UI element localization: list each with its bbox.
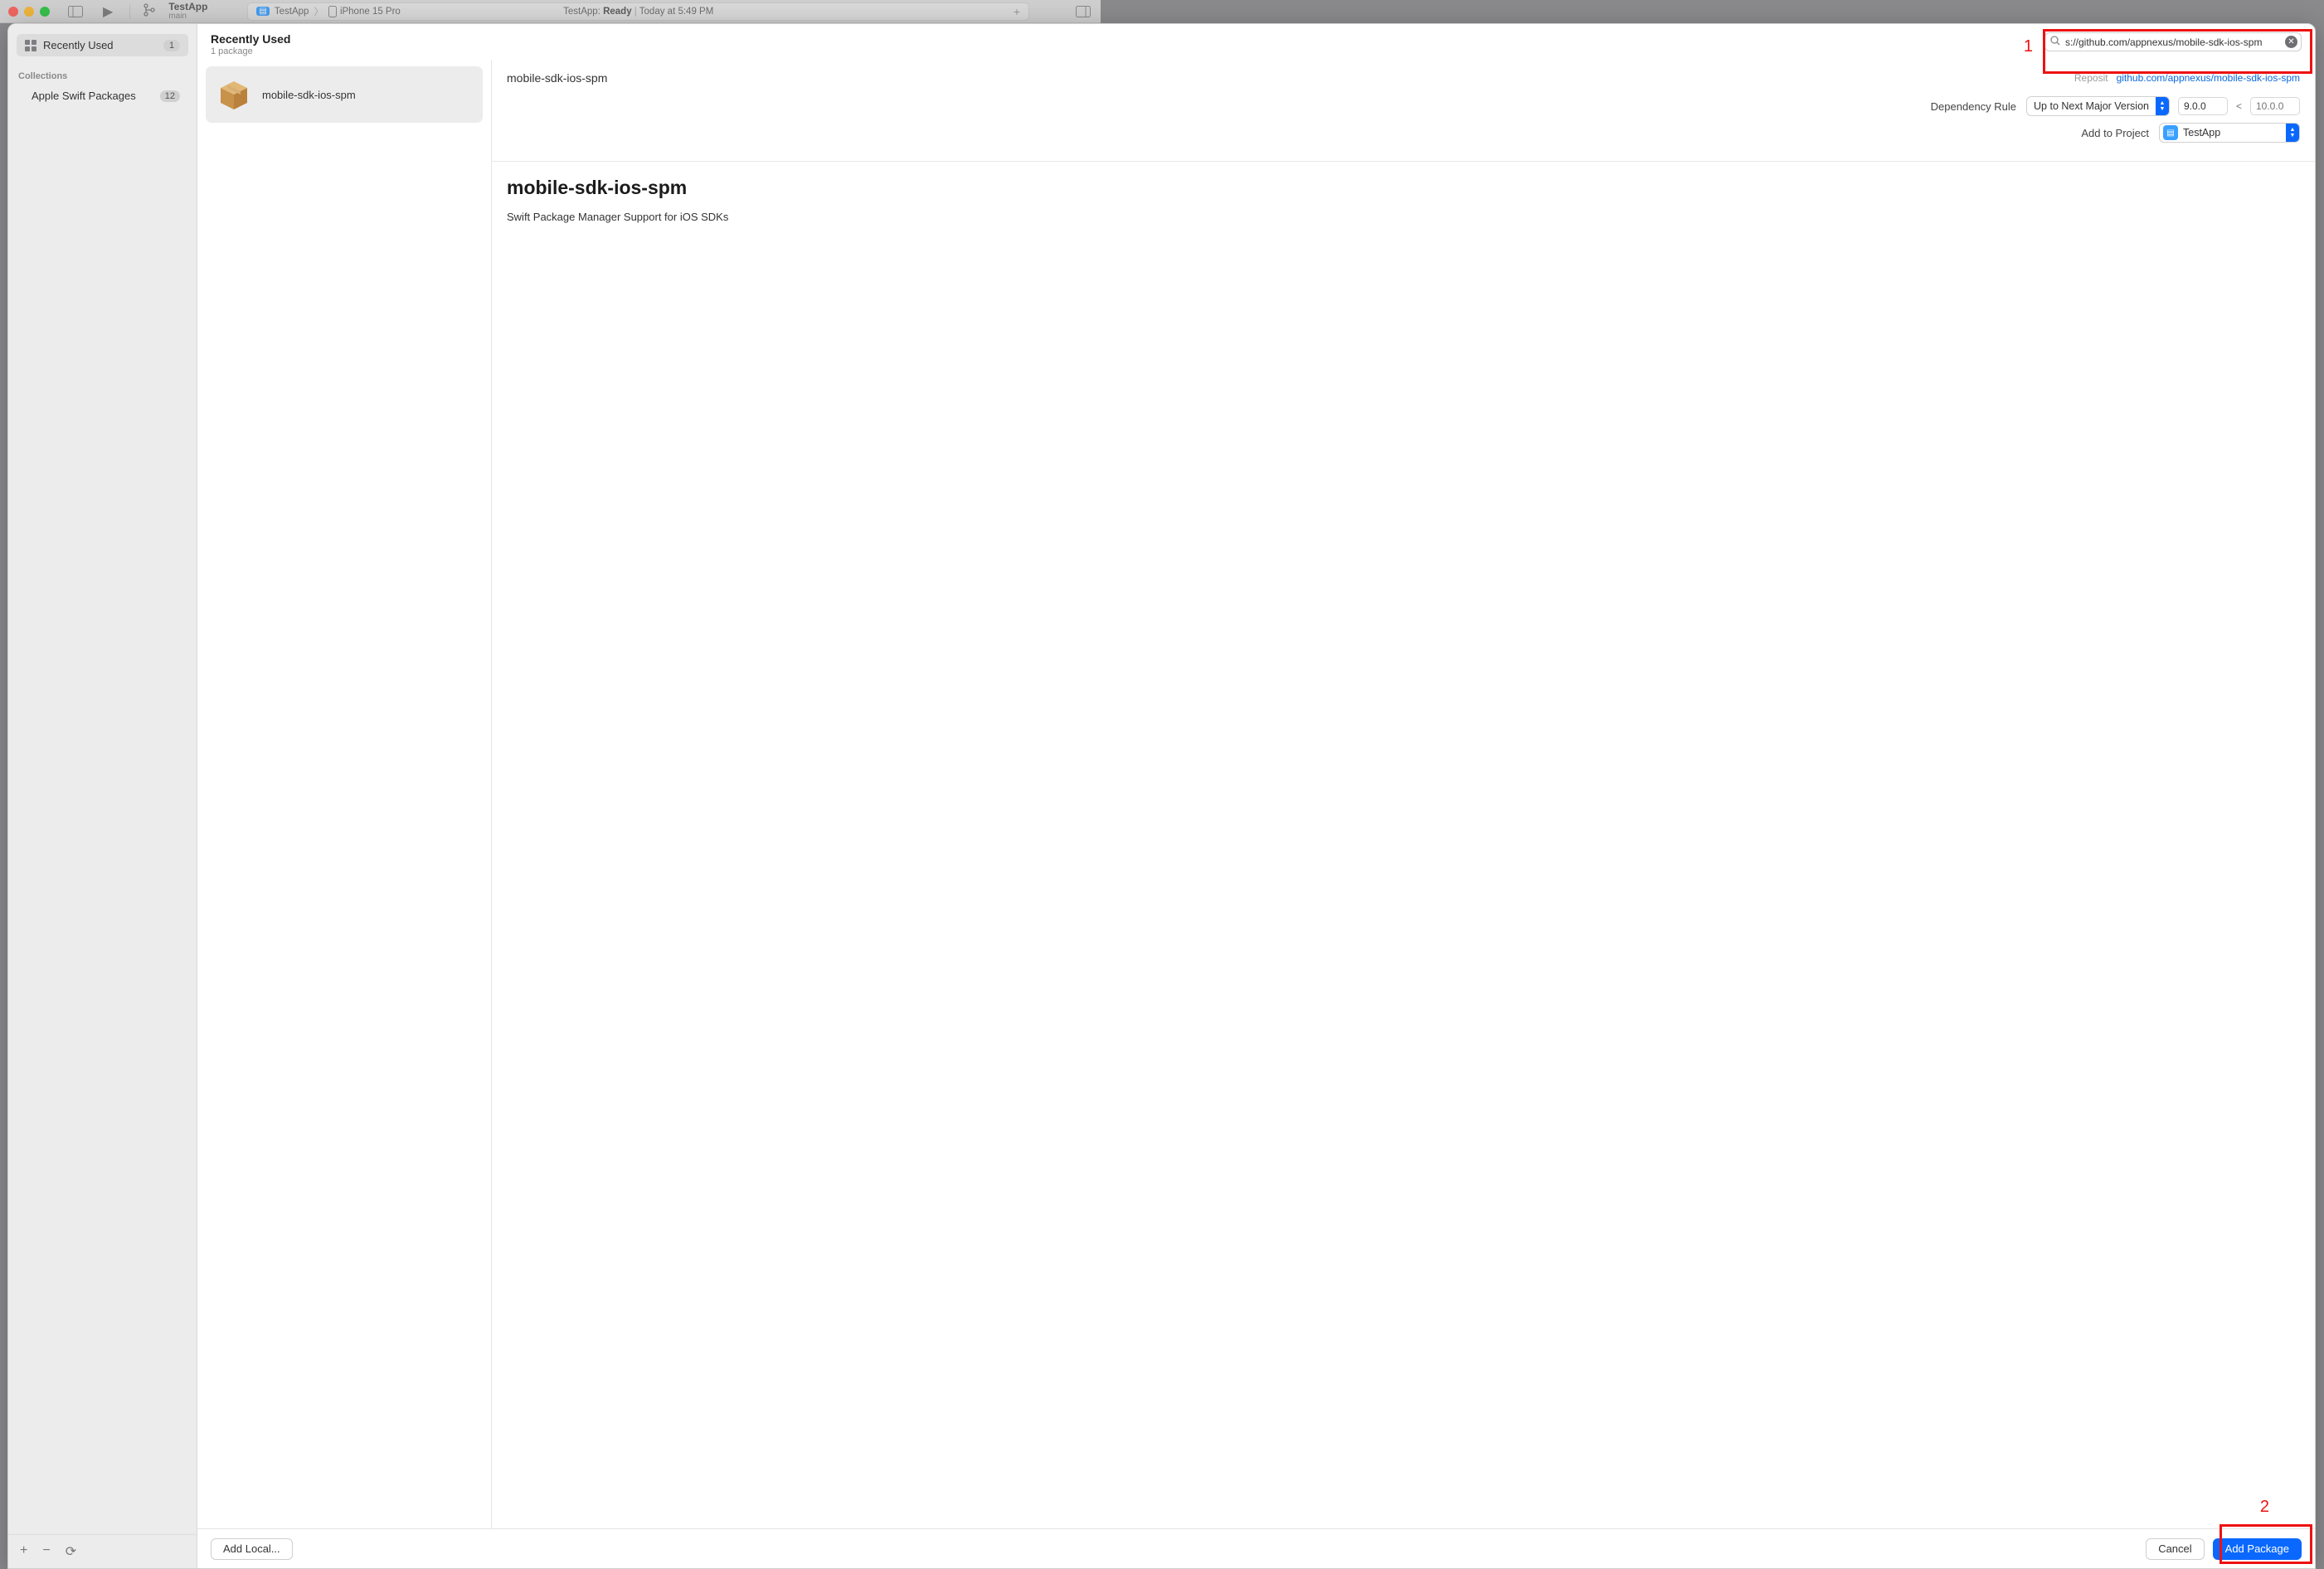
detail-repo-link-row: Reposit github.com/appnexus/mobile-sdk-i… — [2074, 72, 2300, 84]
add-to-project-row: Add to Project ▤ TestApp ▲▼ — [507, 123, 2300, 143]
source-control-icon[interactable] — [143, 3, 155, 19]
repository-label: Reposit — [2074, 72, 2108, 84]
stepper-arrows-icon: ▲▼ — [2156, 97, 2169, 115]
cancel-button[interactable]: Cancel — [2146, 1538, 2204, 1560]
search-input[interactable] — [2044, 32, 2302, 51]
sidebar-section-collections: Collections — [8, 61, 197, 85]
add-package-sheet: Recently Used 1 Collections Apple Swift … — [7, 23, 2316, 1569]
library-icon[interactable] — [1074, 3, 1092, 20]
remove-source-button[interactable]: − — [42, 1543, 50, 1560]
version-to-input[interactable] — [2250, 97, 2300, 115]
minimize-window-icon[interactable] — [24, 7, 34, 17]
sheet-header: Recently Used 1 package ✕ — [197, 24, 2315, 60]
sidebar-toggle-icon[interactable] — [66, 3, 85, 20]
sidebar-item-label: Recently Used — [43, 39, 114, 51]
sidebar-footer: + − ⟳ — [8, 1534, 197, 1568]
clear-search-icon[interactable]: ✕ — [2285, 36, 2297, 48]
detail-package-name: mobile-sdk-ios-spm — [507, 71, 607, 85]
run-button-icon[interactable]: ▶ — [103, 3, 113, 20]
package-result-item[interactable]: mobile-sdk-ios-spm — [206, 66, 483, 123]
device-name: iPhone 15 Pro — [340, 7, 401, 17]
add-package-button[interactable]: Add Package — [2213, 1538, 2302, 1560]
sidebar-item-apple-swift-packages[interactable]: Apple Swift Packages 12 — [17, 85, 188, 107]
dependency-rule-value: Up to Next Major Version — [2027, 100, 2156, 112]
package-results-list: mobile-sdk-ios-spm — [197, 60, 492, 1528]
search-icon — [2050, 36, 2060, 48]
stepper-arrows-icon: ▲▼ — [2286, 124, 2299, 142]
sidebar-item-recently-used[interactable]: Recently Used 1 — [17, 34, 188, 56]
reload-sources-button[interactable]: ⟳ — [66, 1543, 76, 1560]
less-than-label: < — [2236, 100, 2242, 112]
dependency-rule-select[interactable]: Up to Next Major Version ▲▼ — [2026, 96, 2170, 116]
add-source-button[interactable]: + — [20, 1543, 27, 1560]
project-select-value: TestApp — [2183, 127, 2286, 138]
close-window-icon[interactable] — [8, 7, 18, 17]
package-source-sidebar: Recently Used 1 Collections Apple Swift … — [8, 24, 197, 1568]
sheet-subtitle: 1 package — [211, 46, 290, 56]
sheet-title: Recently Used — [211, 32, 290, 46]
package-result-name: mobile-sdk-ios-spm — [262, 89, 356, 101]
app-icon: ▤ — [256, 7, 269, 16]
package-main-area: Recently Used 1 package ✕ — [197, 24, 2315, 1568]
package-detail-pane: mobile-sdk-ios-spm Reposit github.com/ap… — [492, 60, 2315, 1528]
version-from-input[interactable] — [2178, 97, 2228, 115]
add-to-project-label: Add to Project — [2081, 127, 2149, 139]
chevron-right-icon: 〉 — [314, 5, 323, 18]
sidebar-item-count: 1 — [163, 40, 180, 51]
search-field-wrap: ✕ — [2044, 32, 2302, 51]
grid-icon — [25, 40, 36, 51]
traffic-lights — [8, 7, 50, 17]
add-tab-icon[interactable]: + — [1014, 5, 1020, 18]
package-description-area: mobile-sdk-ios-spm Swift Package Manager… — [492, 162, 2315, 238]
sidebar-item-count: 12 — [160, 90, 180, 102]
project-select[interactable]: ▤ TestApp ▲▼ — [2159, 123, 2300, 143]
dependency-rule-label: Dependency Rule — [1931, 100, 2016, 113]
repository-link[interactable]: github.com/appnexus/mobile-sdk-ios-spm — [2117, 72, 2300, 84]
device-icon — [328, 6, 337, 17]
xcode-toolbar: ▶ TestApp main ▤ TestApp 〉 iPhone 15 Pro… — [0, 0, 1101, 23]
add-local-button[interactable]: Add Local... — [211, 1538, 293, 1560]
dependency-rule-row: Dependency Rule Up to Next Major Version… — [507, 96, 2300, 116]
sidebar-item-label: Apple Swift Packages — [32, 90, 136, 102]
sheet-footer: Add Local... Cancel Add Package — [197, 1528, 2315, 1568]
activity-bar[interactable]: ▤ TestApp 〉 iPhone 15 Pro TestApp: Ready… — [247, 2, 1029, 21]
scheme-selector[interactable]: TestApp main — [168, 2, 207, 21]
build-target: TestApp — [275, 7, 309, 17]
package-description-body: Swift Package Manager Support for iOS SD… — [507, 211, 2300, 223]
scheme-branch: main — [168, 12, 207, 22]
package-description-title: mobile-sdk-ios-spm — [507, 177, 2300, 199]
zoom-window-icon[interactable] — [40, 7, 50, 17]
xcode-project-icon: ▤ — [2163, 125, 2178, 140]
build-status: TestApp: Ready | Today at 5:49 PM — [563, 7, 713, 17]
package-box-icon — [217, 78, 250, 111]
scheme-name: TestApp — [168, 2, 207, 12]
